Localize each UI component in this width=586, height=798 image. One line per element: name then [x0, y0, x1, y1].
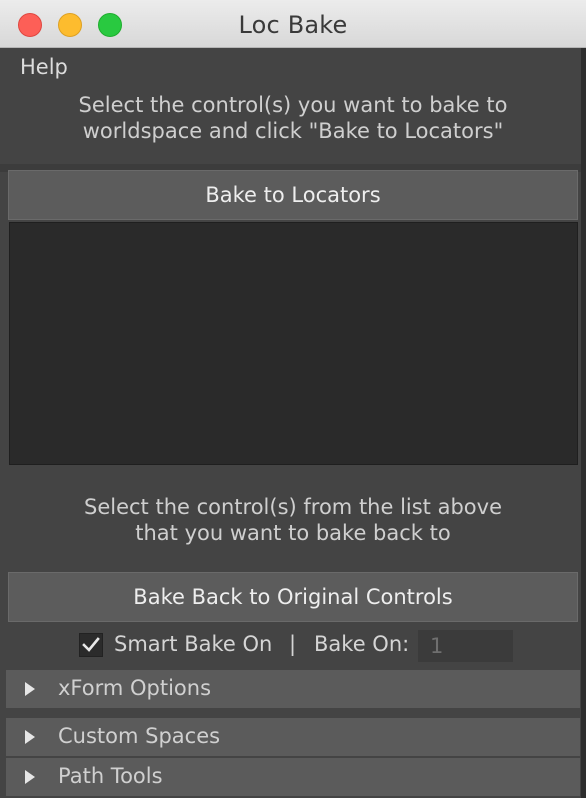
bottom-instructions-line1: Select the control(s) from the list abov…: [84, 495, 502, 519]
window-title: Loc Bake: [238, 11, 348, 39]
window-edge: [581, 48, 586, 798]
section-path-tools[interactable]: Path Tools: [6, 758, 580, 796]
expand-triangle-icon: [25, 730, 35, 744]
loc-bake-window: Loc Bake Help Select the control(s) you …: [0, 0, 586, 798]
top-instructions: Select the control(s) you want to bake t…: [0, 92, 586, 144]
bottom-instructions: Select the control(s) from the list abov…: [0, 494, 586, 546]
bake-options-row: Smart Bake On | Bake On: 1: [0, 628, 586, 664]
section-xform-options[interactable]: xForm Options: [6, 670, 580, 708]
top-instructions-line2: worldspace and click "Bake to Locators": [82, 119, 504, 143]
menu-help[interactable]: Help: [20, 55, 68, 79]
bake-on-label: Bake On:: [314, 632, 410, 656]
bake-to-locators-button[interactable]: Bake to Locators: [8, 170, 578, 220]
bake-back-button[interactable]: Bake Back to Original Controls: [8, 572, 578, 622]
smart-bake-label: Smart Bake On: [114, 632, 273, 656]
bottom-instructions-line2: that you want to bake back to: [135, 521, 451, 545]
options-separator: |: [289, 632, 297, 656]
expand-triangle-icon: [25, 770, 35, 784]
expand-triangle-icon: [25, 682, 35, 696]
locator-list[interactable]: [9, 222, 578, 465]
section-label: Path Tools: [58, 764, 163, 788]
title-bar[interactable]: Loc Bake: [0, 0, 586, 48]
menu-bar: Help: [0, 48, 586, 88]
checkmark-icon: [82, 637, 100, 652]
top-instructions-line1: Select the control(s) you want to bake t…: [78, 93, 508, 117]
section-label: xForm Options: [58, 676, 212, 700]
section-custom-spaces[interactable]: Custom Spaces: [6, 718, 580, 756]
section-label: Custom Spaces: [58, 724, 221, 748]
bake-on-field[interactable]: 1: [418, 630, 513, 662]
smart-bake-checkbox[interactable]: [79, 633, 103, 657]
